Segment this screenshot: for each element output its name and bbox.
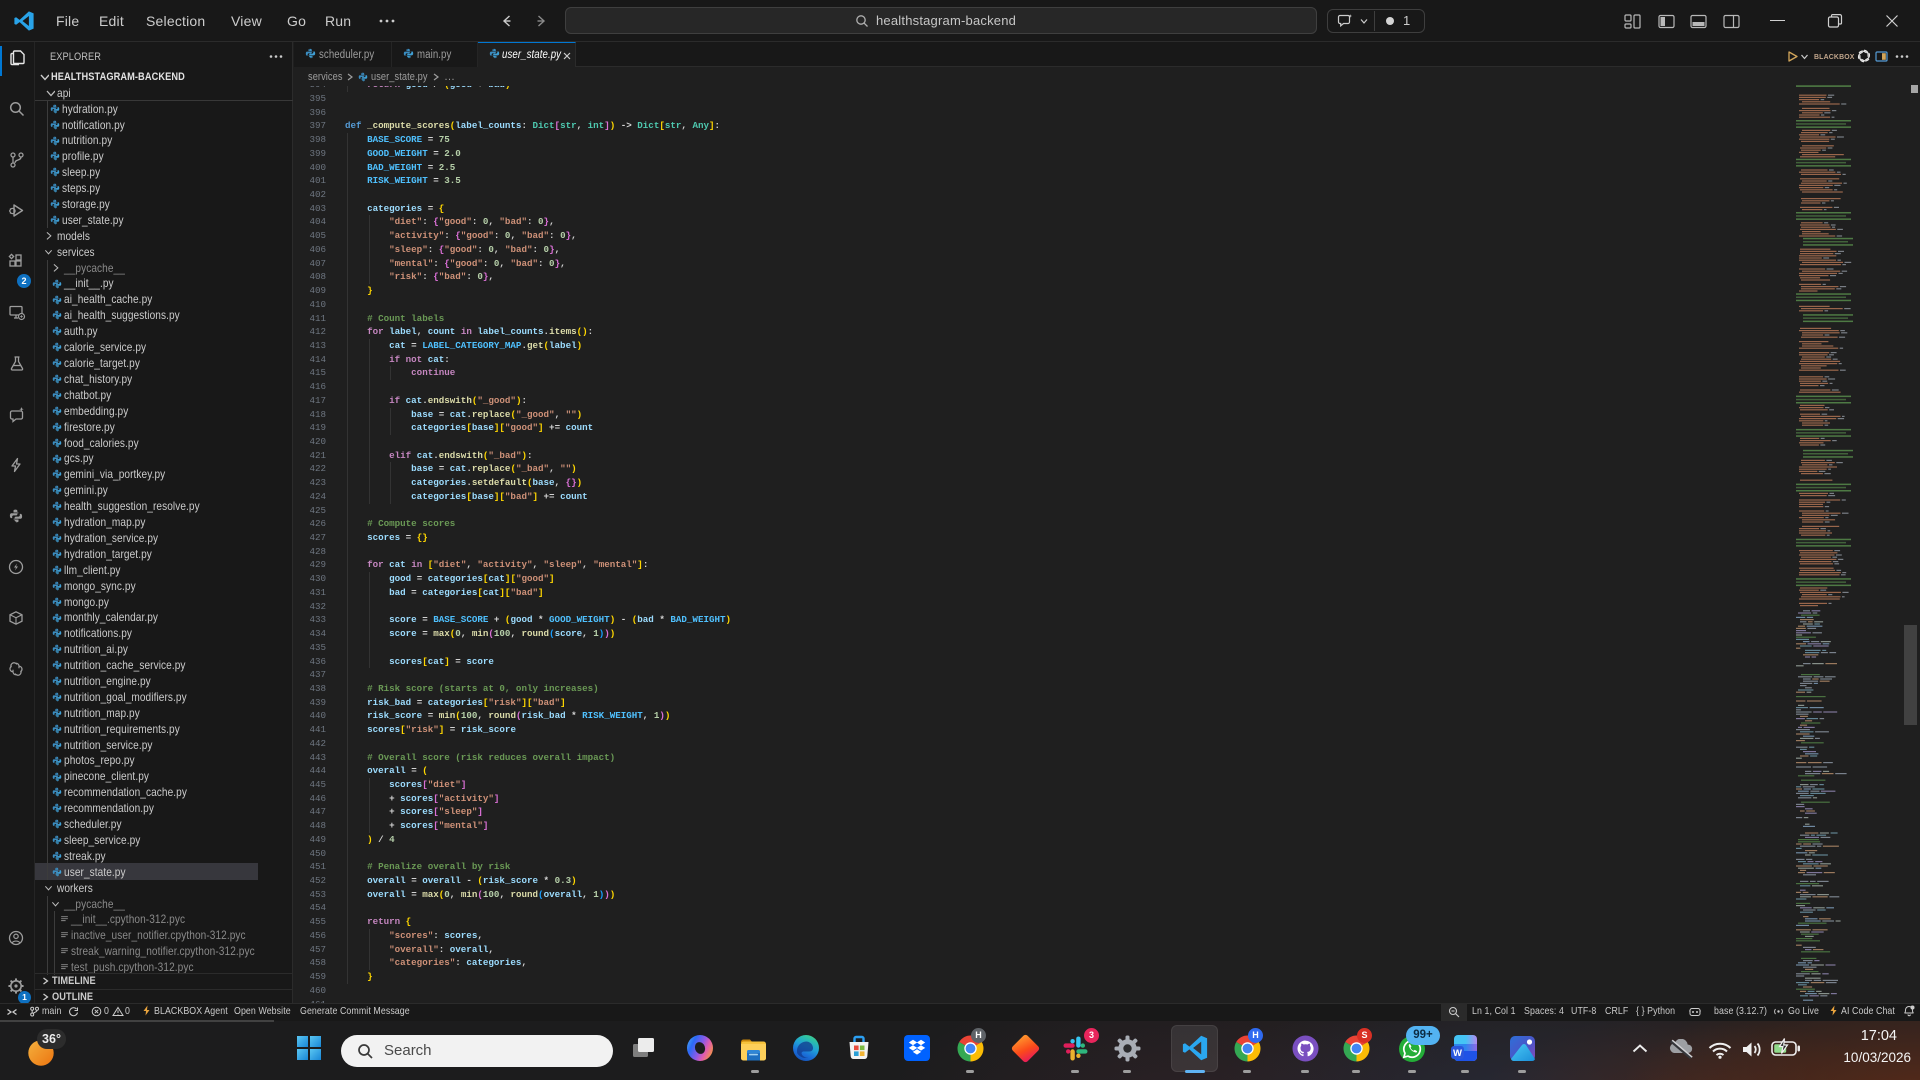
svg-text:W: W	[1453, 1048, 1462, 1059]
